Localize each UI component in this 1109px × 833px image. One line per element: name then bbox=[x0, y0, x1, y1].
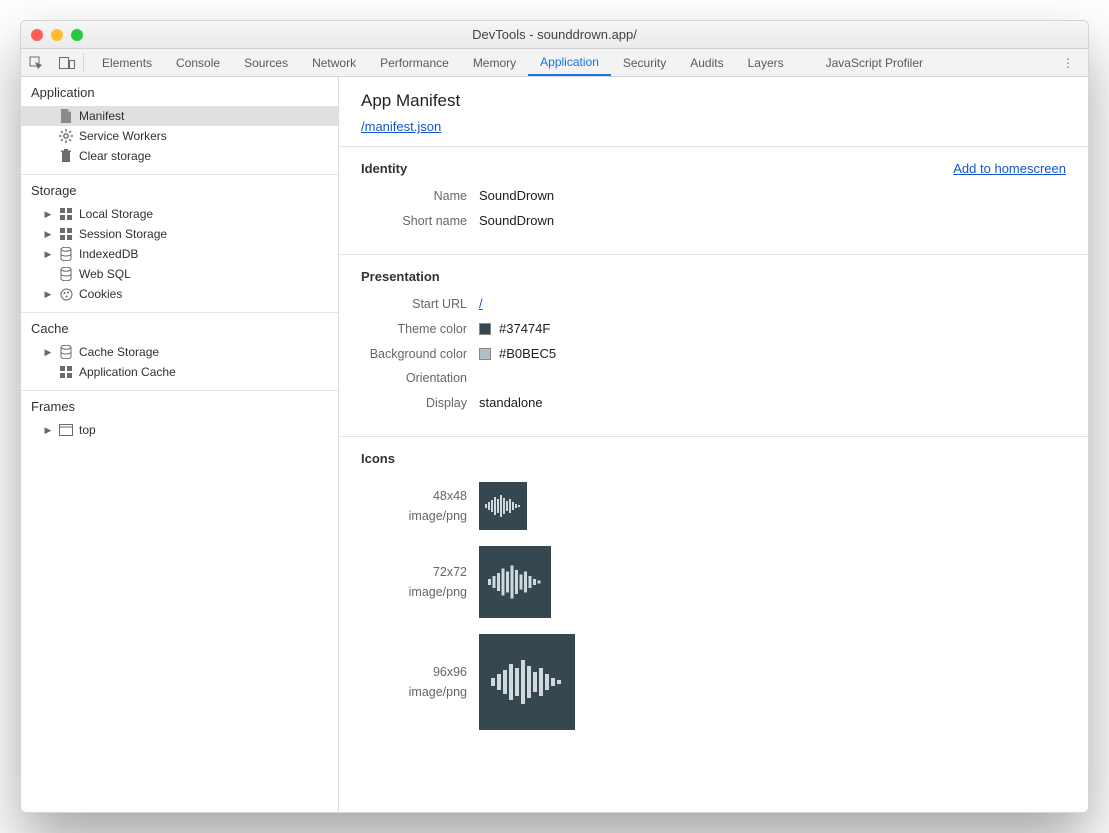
file-icon bbox=[59, 109, 73, 123]
chevron-right-icon[interactable]: ▶ bbox=[43, 289, 53, 300]
page-title: App Manifest bbox=[361, 91, 1066, 111]
identity-section: Add to homescreen Identity Name SoundDro… bbox=[339, 146, 1088, 254]
icon-mime: image/png bbox=[361, 506, 467, 526]
sidebar-item-cookies[interactable]: ▶ Cookies bbox=[21, 284, 338, 304]
close-icon[interactable] bbox=[31, 29, 43, 41]
minimize-icon[interactable] bbox=[51, 29, 63, 41]
manifest-link[interactable]: /manifest.json bbox=[361, 119, 441, 134]
window-title: DevTools - sounddrown.app/ bbox=[21, 27, 1088, 42]
cookie-icon bbox=[59, 287, 73, 301]
sidebar-item-cache-storage[interactable]: ▶ Cache Storage bbox=[21, 342, 338, 362]
icon-size: 72x72 bbox=[361, 562, 467, 582]
icon-entry: 48x48 image/png bbox=[361, 482, 1066, 530]
window-controls bbox=[21, 29, 83, 41]
icon-mime: image/png bbox=[361, 682, 467, 702]
device-toggle-icon[interactable] bbox=[51, 49, 83, 76]
sidebar-section-title: Application bbox=[21, 85, 338, 106]
chevron-right-icon[interactable]: ▶ bbox=[43, 249, 53, 260]
tabbar: Elements Console Sources Network Perform… bbox=[21, 49, 1088, 77]
sidebar-item-service-workers[interactable]: Service Workers bbox=[21, 126, 338, 146]
sidebar-section-frames: Frames ▶ top bbox=[21, 391, 338, 448]
manifest-header: App Manifest /manifest.json bbox=[339, 77, 1088, 146]
sidebar-section-application: Application Manifest Service Workers Cle… bbox=[21, 77, 338, 175]
app-icon bbox=[479, 546, 551, 618]
section-title: Icons bbox=[361, 451, 1066, 466]
tab-elements[interactable]: Elements bbox=[90, 49, 164, 76]
icon-size: 48x48 bbox=[361, 486, 467, 506]
background-color-swatch bbox=[479, 348, 491, 360]
sidebar-item-session-storage[interactable]: ▶ Session Storage bbox=[21, 224, 338, 244]
sidebar-section-storage: Storage ▶ Local Storage ▶ Session Storag… bbox=[21, 175, 338, 313]
field-label: Theme color bbox=[361, 322, 479, 336]
trash-icon bbox=[59, 149, 73, 163]
field-label: Name bbox=[361, 189, 479, 203]
presentation-section: Presentation Start URL / Theme color #37… bbox=[339, 254, 1088, 436]
sidebar-section-title: Cache bbox=[21, 321, 338, 342]
sidebar-item-websql[interactable]: Web SQL bbox=[21, 264, 338, 284]
tab-application[interactable]: Application bbox=[528, 49, 611, 76]
tab-network[interactable]: Network bbox=[300, 49, 368, 76]
start-url-link[interactable]: / bbox=[479, 296, 483, 311]
grid-icon bbox=[59, 207, 73, 221]
field-value: standalone bbox=[479, 395, 543, 410]
field-value: SoundDrown bbox=[479, 188, 554, 203]
sidebar-item-top-frame[interactable]: ▶ top bbox=[21, 420, 338, 440]
field-value: #B0BEC5 bbox=[499, 346, 556, 361]
chevron-right-icon[interactable]: ▶ bbox=[43, 425, 53, 436]
tab-js-profiler[interactable]: JavaScript Profiler bbox=[814, 49, 935, 76]
sidebar-item-clear-storage[interactable]: Clear storage bbox=[21, 146, 338, 166]
field-label: Orientation bbox=[361, 371, 479, 385]
app-icon bbox=[479, 634, 575, 730]
field-value: #37474F bbox=[499, 321, 550, 336]
inspect-icon[interactable] bbox=[21, 49, 51, 76]
icons-section: Icons 48x48 image/png 72x72 image/png bbox=[339, 436, 1088, 762]
sidebar-item-application-cache[interactable]: Application Cache bbox=[21, 362, 338, 382]
titlebar: DevTools - sounddrown.app/ bbox=[21, 21, 1088, 49]
grid-icon bbox=[59, 365, 73, 379]
app-icon bbox=[479, 482, 527, 530]
chevron-right-icon[interactable]: ▶ bbox=[43, 209, 53, 220]
database-icon bbox=[59, 247, 73, 261]
icon-entry: 72x72 image/png bbox=[361, 546, 1066, 618]
field-label: Display bbox=[361, 396, 479, 410]
add-to-homescreen-link[interactable]: Add to homescreen bbox=[953, 161, 1066, 176]
database-icon bbox=[59, 345, 73, 359]
tab-performance[interactable]: Performance bbox=[368, 49, 461, 76]
tab-console[interactable]: Console bbox=[164, 49, 232, 76]
tab-layers[interactable]: Layers bbox=[736, 49, 796, 76]
section-title: Presentation bbox=[361, 269, 1066, 284]
icon-size: 96x96 bbox=[361, 662, 467, 682]
icon-mime: image/png bbox=[361, 582, 467, 602]
field-label: Background color bbox=[361, 347, 479, 361]
database-icon bbox=[59, 267, 73, 281]
application-sidebar: Application Manifest Service Workers Cle… bbox=[21, 77, 339, 812]
chevron-right-icon[interactable]: ▶ bbox=[43, 347, 53, 358]
grid-icon bbox=[59, 227, 73, 241]
gear-icon bbox=[59, 129, 73, 143]
tab-sources[interactable]: Sources bbox=[232, 49, 300, 76]
sidebar-section-title: Frames bbox=[21, 399, 338, 420]
maximize-icon[interactable] bbox=[71, 29, 83, 41]
tab-memory[interactable]: Memory bbox=[461, 49, 528, 76]
chevron-right-icon[interactable]: ▶ bbox=[43, 229, 53, 240]
sidebar-item-manifest[interactable]: Manifest bbox=[21, 106, 338, 126]
window-icon bbox=[59, 423, 73, 437]
icon-entry: 96x96 image/png bbox=[361, 634, 1066, 730]
manifest-panel: App Manifest /manifest.json Add to homes… bbox=[339, 77, 1088, 812]
field-label: Short name bbox=[361, 214, 479, 228]
sidebar-item-local-storage[interactable]: ▶ Local Storage bbox=[21, 204, 338, 224]
tab-audits[interactable]: Audits bbox=[678, 49, 735, 76]
devtools-window: DevTools - sounddrown.app/ Elements Cons… bbox=[20, 20, 1089, 813]
sidebar-section-title: Storage bbox=[21, 183, 338, 204]
field-value: SoundDrown bbox=[479, 213, 554, 228]
theme-color-swatch bbox=[479, 323, 491, 335]
panel-tabs: Elements Console Sources Network Perform… bbox=[90, 49, 935, 76]
field-label: Start URL bbox=[361, 297, 479, 311]
sidebar-item-indexeddb[interactable]: ▶ IndexedDB bbox=[21, 244, 338, 264]
tab-security[interactable]: Security bbox=[611, 49, 678, 76]
sidebar-section-cache: Cache ▶ Cache Storage Application Cache bbox=[21, 313, 338, 391]
more-icon[interactable]: ⋮ bbox=[1048, 49, 1088, 76]
